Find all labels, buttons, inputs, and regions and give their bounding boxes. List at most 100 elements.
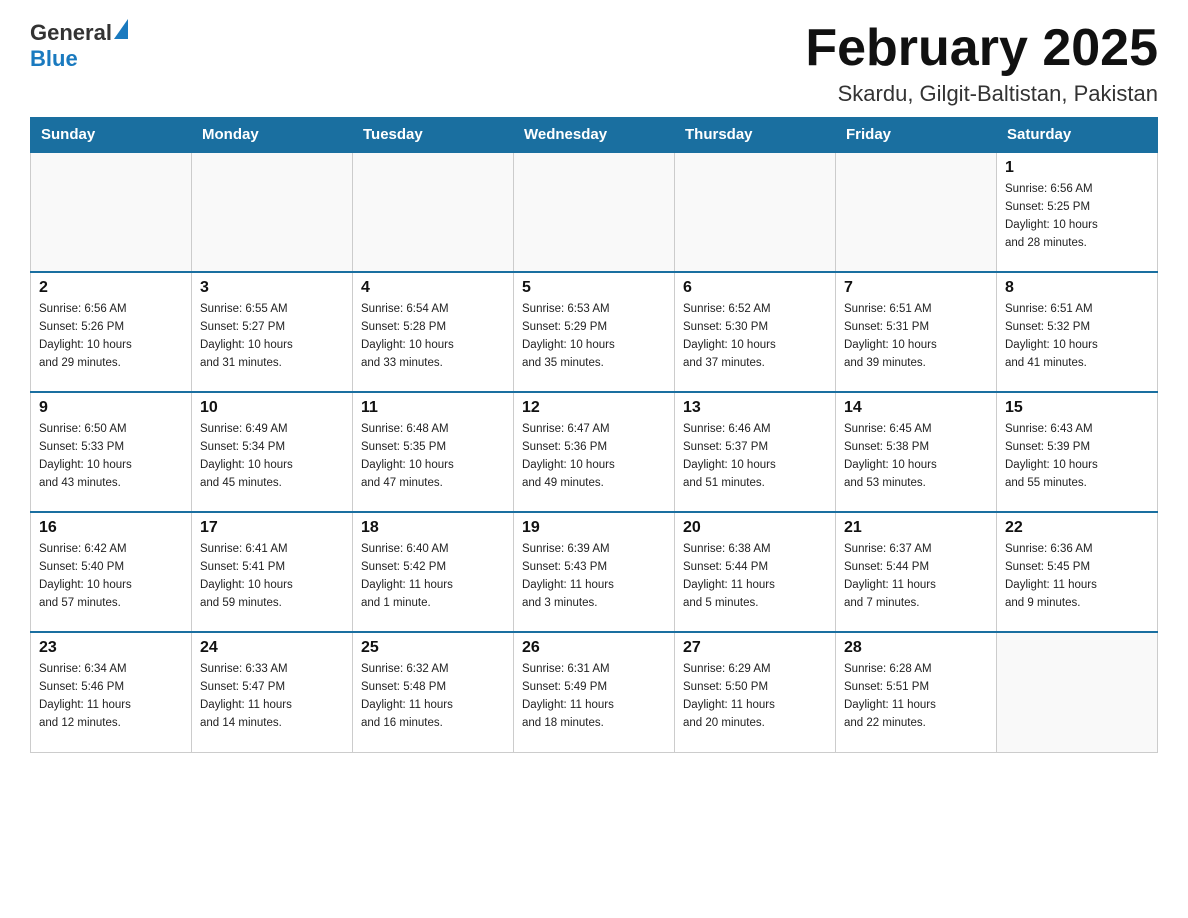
day-number: 19: [522, 519, 666, 537]
calendar-cell: 15 Sunrise: 6:43 AM Sunset: 5:39 PM Dayli…: [997, 392, 1158, 512]
day-number: 18: [361, 519, 505, 537]
calendar-cell: [675, 152, 836, 272]
day-info: Sunrise: 6:54 AM Sunset: 5:28 PM Dayligh…: [361, 301, 505, 372]
day-info: Sunrise: 6:39 AM Sunset: 5:43 PM Dayligh…: [522, 541, 666, 612]
calendar-cell: 12 Sunrise: 6:47 AM Sunset: 5:36 PM Dayli…: [514, 392, 675, 512]
week-row-2: 2 Sunrise: 6:56 AM Sunset: 5:26 PM Daylig…: [31, 272, 1158, 392]
calendar-cell: 28Sunrise: 6:28 AM Sunset: 5:51 PM Dayli…: [836, 632, 997, 752]
calendar-cell: [514, 152, 675, 272]
calendar-subtitle: Skardu, Gilgit-Baltistan, Pakistan: [805, 81, 1158, 107]
calendar-cell: 20Sunrise: 6:38 AM Sunset: 5:44 PM Dayli…: [675, 512, 836, 632]
day-number: 28: [844, 639, 988, 657]
day-number: 1: [1005, 159, 1149, 177]
day-info: Sunrise: 6:43 AM Sunset: 5:39 PM Dayligh…: [1005, 421, 1149, 492]
calendar-cell: 1Sunrise: 6:56 AM Sunset: 5:25 PM Daylig…: [997, 152, 1158, 272]
day-number: 12: [522, 399, 666, 417]
day-info: Sunrise: 6:50 AM Sunset: 5:33 PM Dayligh…: [39, 421, 183, 492]
calendar-title: February 2025: [805, 20, 1158, 77]
day-info: Sunrise: 6:55 AM Sunset: 5:27 PM Dayligh…: [200, 301, 344, 372]
weekday-header-monday: Monday: [192, 118, 353, 153]
calendar-cell: 25 Sunrise: 6:32 AM Sunset: 5:48 PM Dayli…: [353, 632, 514, 752]
day-number: 9: [39, 399, 183, 417]
day-number: 10: [200, 399, 344, 417]
calendar-table: SundayMondayTuesdayWednesdayThursdayFrid…: [30, 117, 1158, 753]
calendar-cell: 22 Sunrise: 6:36 AM Sunset: 5:45 PM Dayli…: [997, 512, 1158, 632]
day-info: Sunrise: 6:33 AM Sunset: 5:47 PM Dayligh…: [200, 661, 344, 732]
day-number: 2: [39, 279, 183, 297]
day-number: 7: [844, 279, 988, 297]
day-number: 13: [683, 399, 827, 417]
day-info: Sunrise: 6:56 AM Sunset: 5:26 PM Dayligh…: [39, 301, 183, 372]
day-number: 22: [1005, 519, 1149, 537]
day-number: 8: [1005, 279, 1149, 297]
weekday-header-row: SundayMondayTuesdayWednesdayThursdayFrid…: [31, 118, 1158, 153]
day-number: 11: [361, 399, 505, 417]
week-row-5: 23Sunrise: 6:34 AM Sunset: 5:46 PM Dayli…: [31, 632, 1158, 752]
calendar-cell: 4 Sunrise: 6:54 AM Sunset: 5:28 PM Daylig…: [353, 272, 514, 392]
day-info: Sunrise: 6:48 AM Sunset: 5:35 PM Dayligh…: [361, 421, 505, 492]
calendar-cell: 11 Sunrise: 6:48 AM Sunset: 5:35 PM Dayli…: [353, 392, 514, 512]
day-info: Sunrise: 6:34 AM Sunset: 5:46 PM Dayligh…: [39, 661, 183, 732]
page-header: General Blue February 2025 Skardu, Gilgi…: [30, 20, 1158, 107]
calendar-cell: [353, 152, 514, 272]
day-info: Sunrise: 6:46 AM Sunset: 5:37 PM Dayligh…: [683, 421, 827, 492]
weekday-header-tuesday: Tuesday: [353, 118, 514, 153]
calendar-cell: 13 Sunrise: 6:46 AM Sunset: 5:37 PM Dayli…: [675, 392, 836, 512]
day-info: Sunrise: 6:49 AM Sunset: 5:34 PM Dayligh…: [200, 421, 344, 492]
calendar-cell: 23Sunrise: 6:34 AM Sunset: 5:46 PM Dayli…: [31, 632, 192, 752]
calendar-cell: 3 Sunrise: 6:55 AM Sunset: 5:27 PM Daylig…: [192, 272, 353, 392]
day-info: Sunrise: 6:53 AM Sunset: 5:29 PM Dayligh…: [522, 301, 666, 372]
calendar-cell: 9 Sunrise: 6:50 AM Sunset: 5:33 PM Daylig…: [31, 392, 192, 512]
day-info: Sunrise: 6:36 AM Sunset: 5:45 PM Dayligh…: [1005, 541, 1149, 612]
week-row-4: 16 Sunrise: 6:42 AM Sunset: 5:40 PM Dayli…: [31, 512, 1158, 632]
day-info: Sunrise: 6:31 AM Sunset: 5:49 PM Dayligh…: [522, 661, 666, 732]
day-number: 14: [844, 399, 988, 417]
weekday-header-wednesday: Wednesday: [514, 118, 675, 153]
day-number: 3: [200, 279, 344, 297]
calendar-cell: 14 Sunrise: 6:45 AM Sunset: 5:38 PM Dayli…: [836, 392, 997, 512]
day-info: Sunrise: 6:45 AM Sunset: 5:38 PM Dayligh…: [844, 421, 988, 492]
day-info: Sunrise: 6:51 AM Sunset: 5:32 PM Dayligh…: [1005, 301, 1149, 372]
logo-blue-text: Blue: [30, 46, 128, 72]
calendar-cell: 17 Sunrise: 6:41 AM Sunset: 5:41 PM Dayli…: [192, 512, 353, 632]
logo-triangle-icon: [114, 19, 128, 39]
day-number: 4: [361, 279, 505, 297]
calendar-cell: 7 Sunrise: 6:51 AM Sunset: 5:31 PM Daylig…: [836, 272, 997, 392]
day-number: 24: [200, 639, 344, 657]
day-info: Sunrise: 6:37 AM Sunset: 5:44 PM Dayligh…: [844, 541, 988, 612]
day-number: 25: [361, 639, 505, 657]
calendar-cell: 19 Sunrise: 6:39 AM Sunset: 5:43 PM Dayli…: [514, 512, 675, 632]
calendar-cell: 8 Sunrise: 6:51 AM Sunset: 5:32 PM Daylig…: [997, 272, 1158, 392]
calendar-cell: 27 Sunrise: 6:29 AM Sunset: 5:50 PM Dayli…: [675, 632, 836, 752]
day-info: Sunrise: 6:41 AM Sunset: 5:41 PM Dayligh…: [200, 541, 344, 612]
weekday-header-sunday: Sunday: [31, 118, 192, 153]
weekday-header-saturday: Saturday: [997, 118, 1158, 153]
calendar-cell: 18 Sunrise: 6:40 AM Sunset: 5:42 PM Dayli…: [353, 512, 514, 632]
day-number: 5: [522, 279, 666, 297]
calendar-cell: [997, 632, 1158, 752]
day-info: Sunrise: 6:32 AM Sunset: 5:48 PM Dayligh…: [361, 661, 505, 732]
day-number: 17: [200, 519, 344, 537]
day-number: 6: [683, 279, 827, 297]
day-info: Sunrise: 6:29 AM Sunset: 5:50 PM Dayligh…: [683, 661, 827, 732]
calendar-cell: [31, 152, 192, 272]
day-info: Sunrise: 6:47 AM Sunset: 5:36 PM Dayligh…: [522, 421, 666, 492]
day-number: 27: [683, 639, 827, 657]
calendar-cell: [836, 152, 997, 272]
day-info: Sunrise: 6:40 AM Sunset: 5:42 PM Dayligh…: [361, 541, 505, 612]
weekday-header-friday: Friday: [836, 118, 997, 153]
day-number: 15: [1005, 399, 1149, 417]
week-row-1: 1Sunrise: 6:56 AM Sunset: 5:25 PM Daylig…: [31, 152, 1158, 272]
calendar-cell: 6 Sunrise: 6:52 AM Sunset: 5:30 PM Daylig…: [675, 272, 836, 392]
day-info: Sunrise: 6:42 AM Sunset: 5:40 PM Dayligh…: [39, 541, 183, 612]
day-number: 16: [39, 519, 183, 537]
day-info: Sunrise: 6:51 AM Sunset: 5:31 PM Dayligh…: [844, 301, 988, 372]
logo: General Blue: [30, 20, 128, 72]
day-number: 21: [844, 519, 988, 537]
calendar-cell: 2 Sunrise: 6:56 AM Sunset: 5:26 PM Daylig…: [31, 272, 192, 392]
day-number: 20: [683, 519, 827, 537]
calendar-cell: 10 Sunrise: 6:49 AM Sunset: 5:34 PM Dayli…: [192, 392, 353, 512]
calendar-cell: 5 Sunrise: 6:53 AM Sunset: 5:29 PM Daylig…: [514, 272, 675, 392]
calendar-cell: 21 Sunrise: 6:37 AM Sunset: 5:44 PM Dayli…: [836, 512, 997, 632]
day-info: Sunrise: 6:52 AM Sunset: 5:30 PM Dayligh…: [683, 301, 827, 372]
